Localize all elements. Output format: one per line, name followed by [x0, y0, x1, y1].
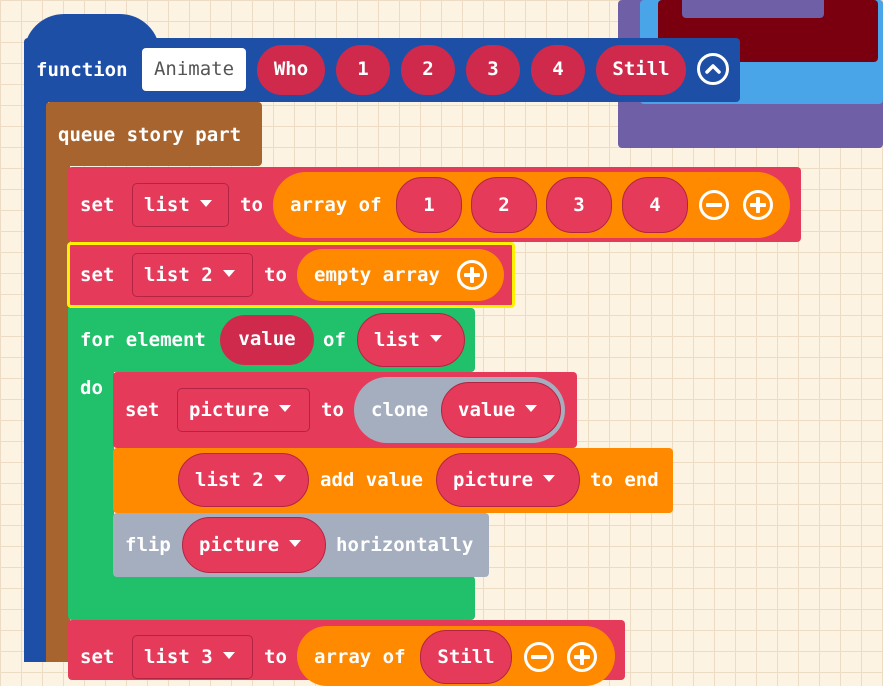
flip-keyword: flip: [125, 534, 171, 556]
list3-variable-name: list 3: [144, 646, 213, 668]
param-4[interactable]: 4: [531, 45, 585, 95]
set-keyword: set: [125, 399, 160, 421]
list-variable-dropdown[interactable]: list: [132, 183, 229, 227]
dropdown-arrow-icon: [222, 270, 235, 277]
remove-item-icon[interactable]: [524, 642, 554, 672]
do-keyword: do: [80, 377, 103, 399]
remove-item-icon[interactable]: [699, 190, 729, 220]
list3-variable-dropdown[interactable]: list 3: [132, 635, 253, 679]
horizontally-label: horizontally: [336, 534, 474, 556]
picture-variable-name: picture: [189, 399, 270, 421]
background-block-purple-small[interactable]: [682, 0, 824, 18]
array-item-4[interactable]: 4: [622, 177, 688, 233]
add-item-icon[interactable]: [567, 642, 597, 672]
to-keyword: to: [321, 399, 344, 421]
list2-reporter-name: list 2: [195, 469, 264, 491]
picture-reporter-name: picture: [453, 469, 534, 491]
add-value-label: add value: [320, 469, 423, 491]
function-name-field[interactable]: Animate: [142, 48, 246, 91]
to-keyword: to: [240, 194, 263, 216]
dropdown-arrow-icon: [543, 475, 556, 482]
flip-picture-name: picture: [199, 534, 280, 556]
dropdown-arrow-icon: [289, 540, 302, 547]
set-keyword: set: [80, 194, 115, 216]
empty-array-label: empty array: [314, 264, 440, 286]
add-item-icon[interactable]: [457, 260, 487, 290]
dropdown-arrow-icon: [525, 405, 538, 412]
array-of-label: array of: [290, 194, 382, 216]
set-keyword: set: [80, 646, 115, 668]
clone-value-reporter[interactable]: value: [441, 382, 561, 438]
set-keyword: set: [80, 264, 115, 286]
array-item-3[interactable]: 3: [546, 177, 612, 233]
to-keyword: to: [264, 646, 287, 668]
list-variable-name: list: [144, 194, 190, 216]
queue-story-body[interactable]: [46, 150, 70, 662]
of-keyword: of: [323, 329, 346, 351]
queue-story-label: queue story part: [58, 124, 242, 146]
function-keyword: function: [36, 59, 128, 81]
list2-variable-name: list 2: [144, 264, 213, 286]
for-element-footer[interactable]: [68, 576, 475, 620]
list-reporter-name: list: [374, 329, 420, 351]
flip-picture-reporter[interactable]: picture: [182, 517, 326, 573]
dropdown-arrow-icon: [429, 335, 442, 342]
array-item-2[interactable]: 2: [471, 177, 537, 233]
param-who[interactable]: Who: [257, 45, 325, 95]
list-reporter[interactable]: list: [357, 313, 465, 367]
collapse-icon[interactable]: [697, 53, 729, 85]
for-element-label: for element: [80, 329, 206, 351]
picture-reporter[interactable]: picture: [436, 453, 580, 507]
dropdown-arrow-icon: [199, 200, 212, 207]
list2-reporter[interactable]: list 2: [178, 453, 309, 507]
dropdown-arrow-icon: [222, 652, 235, 659]
clone-label: clone: [371, 399, 429, 421]
list2-variable-dropdown[interactable]: list 2: [132, 253, 253, 297]
array-item-still[interactable]: Still: [420, 630, 512, 684]
function-block-body[interactable]: [24, 90, 48, 662]
picture-variable-dropdown[interactable]: picture: [177, 388, 310, 432]
to-end-label: to end: [590, 469, 659, 491]
clone-value-name: value: [458, 399, 516, 421]
add-item-icon[interactable]: [743, 190, 773, 220]
to-keyword: to: [264, 264, 287, 286]
element-variable-value[interactable]: value: [220, 315, 314, 365]
dropdown-arrow-icon: [279, 405, 292, 412]
param-3[interactable]: 3: [466, 45, 520, 95]
param-2[interactable]: 2: [401, 45, 455, 95]
dropdown-arrow-icon: [273, 475, 286, 482]
param-still[interactable]: Still: [596, 45, 686, 95]
function-name-text: Animate: [153, 58, 235, 80]
array-of-label: array of: [314, 646, 406, 668]
param-1[interactable]: 1: [336, 45, 390, 95]
array-item-1[interactable]: 1: [396, 177, 462, 233]
